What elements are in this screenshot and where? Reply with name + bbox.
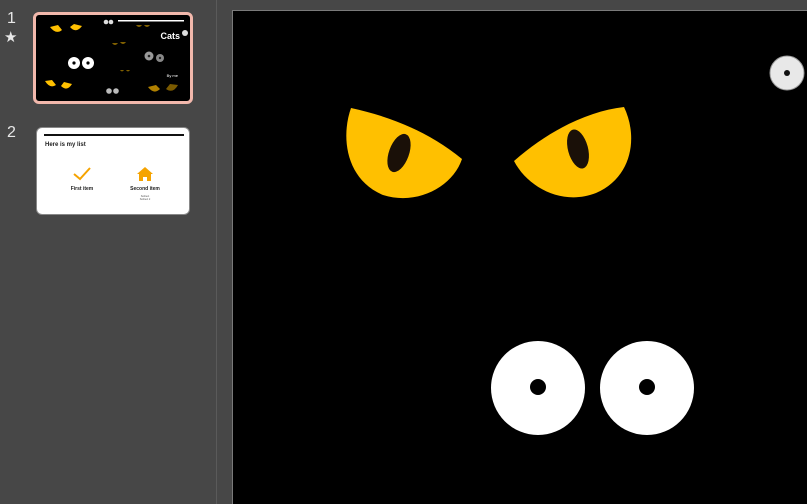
cat-eye-left [346,108,462,199]
slide-thumbnail-2[interactable]: Here is my list First item Second item S… [36,127,190,215]
list-item-label-2: Second item [130,186,160,192]
cat-eye-right [514,107,632,198]
slide-thumbnail-1[interactable]: Cats By me [33,12,193,104]
home-icon [137,167,153,181]
star-icon: ★ [4,29,18,46]
thumbnail-1-byline: By me [166,73,178,78]
thumbnail-2-title: Here is my list [45,142,86,148]
thumbnail-1-artwork [45,19,188,94]
small-eye [769,55,805,91]
slide-artwork [346,55,805,435]
slide-number-2: 2 [7,124,16,141]
white-eye-left [491,341,585,435]
thumbnail-2-artwork [44,134,184,136]
presentation-editor: 1 ★ Cats By me 2 Here is my list First i… [0,0,807,504]
slide-canvas[interactable] [232,10,807,504]
white-eye-right [600,341,694,435]
slide-thumbnail-panel: 1 ★ Cats By me 2 Here is my list First i… [0,0,217,504]
slide-canvas-area [217,0,807,504]
list-item-subtext-2: Subtext 2 [139,198,151,201]
slide-number-1: 1 [7,10,16,27]
list-item-label-1: First item [70,186,94,192]
checkmark-icon [73,167,91,181]
thumbnail-1-title: Cats [160,31,180,41]
